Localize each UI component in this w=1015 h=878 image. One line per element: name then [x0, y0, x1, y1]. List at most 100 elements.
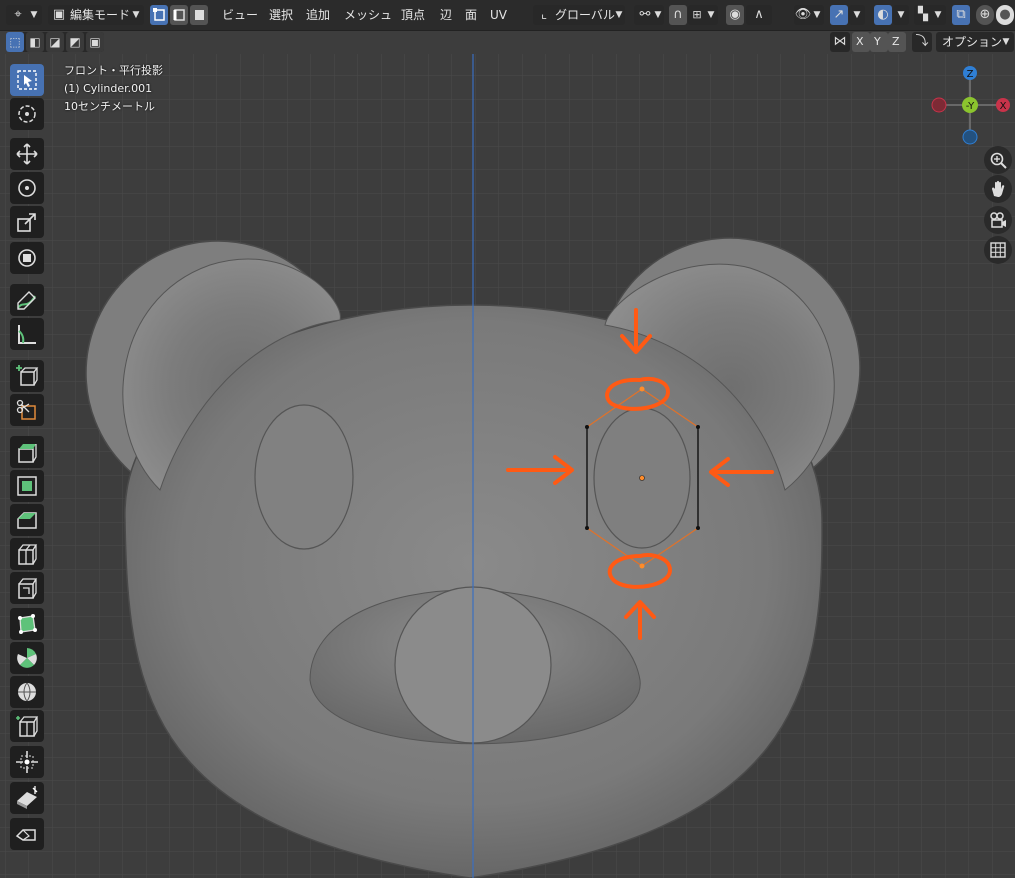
shear-icon: [17, 786, 38, 809]
menu-select[interactable]: 選択: [269, 5, 293, 25]
mirror-z-toggle[interactable]: Z: [888, 32, 906, 52]
falloff-dropdown[interactable]: ∧: [746, 5, 772, 25]
tool-move[interactable]: [10, 138, 44, 170]
auto-merge-toggle[interactable]: ⤵: [912, 32, 932, 52]
menu-add[interactable]: 追加: [306, 5, 330, 25]
mesh-vertex[interactable]: [696, 425, 700, 429]
snap-toggle[interactable]: ∩: [669, 5, 687, 25]
solid-sphere-icon: ●: [999, 7, 1011, 22]
tool-poly-build[interactable]: [10, 608, 44, 640]
shrink-fatten-icon: [16, 751, 38, 773]
tool-loop-cut[interactable]: [10, 538, 44, 570]
select-subtract-button[interactable]: ◪: [46, 32, 64, 52]
eye-icon: 👁: [794, 7, 812, 22]
tool-knife-cube[interactable]: [10, 394, 44, 426]
chevron-down-icon: ▼: [853, 10, 861, 20]
tool-spin[interactable]: [10, 642, 44, 674]
gizmo-x-label: X: [1000, 101, 1007, 112]
select-extend-button[interactable]: ◧: [26, 32, 44, 52]
tool-shear[interactable]: [10, 782, 44, 814]
proportional-edit-toggle[interactable]: ◉: [726, 5, 744, 25]
menu-view[interactable]: ビュー: [222, 5, 258, 25]
gizmo-toggle[interactable]: ↗: [830, 5, 848, 25]
select-new-button[interactable]: ⬚: [6, 32, 24, 52]
3d-viewport[interactable]: X Z -Y: [0, 54, 1015, 878]
editor-type-dropdown[interactable]: ⌖ ▼: [6, 5, 42, 25]
face-select-button[interactable]: [190, 5, 208, 25]
tool-annotate[interactable]: [10, 284, 44, 316]
viewport-info-overlay: フロント・平行投影 (1) Cylinder.001 10センチメートル: [64, 62, 163, 116]
tool-inset[interactable]: [10, 470, 44, 502]
mesh-vertex[interactable]: [585, 425, 589, 429]
select-invert-button[interactable]: ◩: [66, 32, 84, 52]
chevron-down-icon: ▼: [615, 10, 623, 20]
tool-rip-region[interactable]: [10, 818, 44, 850]
tool-edge-slide[interactable]: [10, 710, 44, 742]
pivot-point-dropdown[interactable]: ⚯ ▼: [634, 5, 664, 25]
wireframe-shading-button[interactable]: ⊕: [976, 5, 994, 25]
selected-vertex-bottom[interactable]: [639, 563, 645, 569]
chevron-down-icon: ▼: [654, 10, 662, 20]
ortho-toggle-button[interactable]: [984, 236, 1012, 264]
solid-shading-button[interactable]: ●: [996, 5, 1014, 25]
viewport-canvas[interactable]: X Z -Y: [0, 54, 1015, 878]
selection-mode-group: ⬚ ◧ ◪ ◩ ▣: [6, 32, 104, 52]
camera-view-button[interactable]: [984, 206, 1012, 234]
proportional-edit-icon: ◉: [729, 7, 741, 22]
mirror-y-toggle[interactable]: Y: [870, 32, 888, 52]
gizmo-neg-x-handle[interactable]: [931, 97, 947, 113]
gizmo-neg-z-handle[interactable]: [962, 129, 978, 145]
vertex-select-button[interactable]: [150, 5, 168, 25]
tool-select-box[interactable]: [10, 64, 44, 96]
tool-cursor[interactable]: [10, 98, 44, 130]
tool-scale[interactable]: [10, 206, 44, 238]
tool-rotate[interactable]: [10, 172, 44, 204]
tool-measure[interactable]: [10, 318, 44, 350]
zoom-button[interactable]: [984, 146, 1012, 174]
xray-toggle[interactable]: ⧉: [952, 5, 970, 25]
tool-transform[interactable]: [10, 242, 44, 274]
selected-vertex-top[interactable]: [639, 386, 645, 392]
tool-shrink-fatten[interactable]: [10, 746, 44, 778]
tool-offset-cut[interactable]: [10, 572, 44, 604]
snap-target-dropdown[interactable]: ⊞ ▼: [688, 5, 718, 25]
mesh-edit-overlay-dropdown[interactable]: ▚ ▼: [914, 5, 946, 25]
mode-dropdown[interactable]: ▣ 編集モード ▼: [48, 5, 144, 25]
mirror-toggle[interactable]: ⋈: [830, 32, 850, 52]
menu-uv[interactable]: UV: [490, 5, 507, 25]
menu-mesh[interactable]: メッシュ: [344, 5, 392, 25]
visibility-dropdown[interactable]: 👁 ▼: [794, 5, 824, 25]
axis-y-label: Y: [874, 35, 881, 48]
edge-select-button[interactable]: [170, 5, 188, 25]
poly-build-icon: [18, 614, 37, 634]
options-dropdown[interactable]: オプション ▼: [936, 32, 1014, 52]
select-intersect-button[interactable]: ▣: [86, 32, 104, 52]
tool-extrude[interactable]: [10, 436, 44, 468]
add-cube-icon: [16, 365, 39, 386]
pivot-point-icon: ⚯: [639, 7, 651, 22]
wireframe-sphere-icon: ⊕: [979, 7, 991, 22]
tool-add-cube[interactable]: [10, 360, 44, 392]
select-intersect-icon: ▣: [89, 35, 101, 49]
tool-settings-bar: ⬚ ◧ ◪ ◩ ▣ ⋈ X Y Z ⤵ オプション ▼: [0, 30, 1015, 54]
transform-orientation-dropdown[interactable]: ⌞ グローバル ▼: [533, 5, 625, 25]
tool-smooth[interactable]: [10, 676, 44, 708]
edge-slide-icon: [16, 716, 39, 737]
tool-bevel[interactable]: [10, 504, 44, 536]
mirror-x-toggle[interactable]: X: [852, 32, 870, 52]
hand-pan-icon: [992, 180, 1005, 197]
menu-edge[interactable]: 辺: [440, 5, 452, 25]
pan-button[interactable]: [984, 175, 1012, 203]
edit-mode-icon: ▣: [52, 7, 66, 22]
gizmo-dropdown[interactable]: ▼: [849, 5, 865, 25]
mesh-vertex[interactable]: [696, 526, 700, 530]
mode-label: 編集モード: [70, 8, 131, 22]
bevel-icon: [17, 512, 37, 529]
falloff-curve-icon: ∧: [754, 7, 764, 22]
overlay-dropdown[interactable]: ▼: [893, 5, 909, 25]
menu-face[interactable]: 面: [465, 5, 477, 25]
mesh-vertex[interactable]: [585, 526, 589, 530]
overlay-toggle[interactable]: ◐: [874, 5, 892, 25]
inset-icon: [17, 476, 37, 496]
menu-vertex[interactable]: 頂点: [401, 5, 425, 25]
